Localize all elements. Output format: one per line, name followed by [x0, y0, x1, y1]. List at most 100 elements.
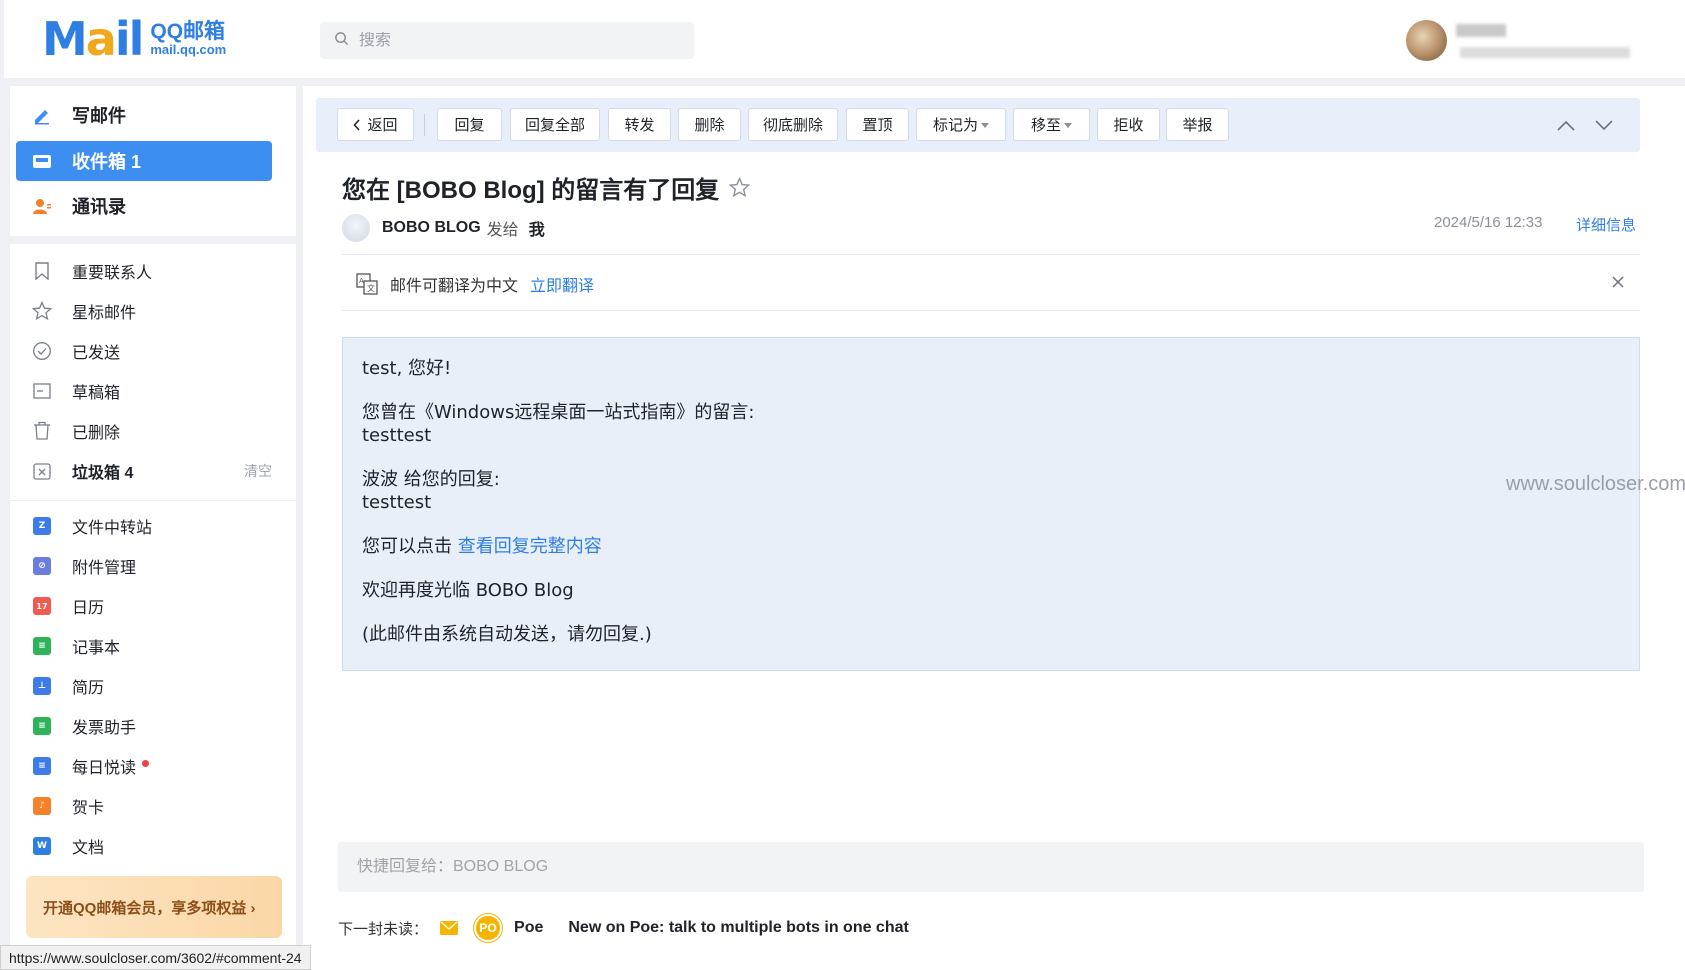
button-label: 移至	[1030, 117, 1061, 134]
app-label: 贺卡	[72, 800, 105, 817]
subject-text: 您在 [BOBO Blog] 的留言有了回复	[342, 177, 720, 204]
sidebar-item-spam[interactable]: 垃圾箱 4 清空	[32, 453, 272, 489]
sidebar-item-important-contacts[interactable]: 重要联系人	[32, 253, 272, 289]
sidebar-item-contacts[interactable]: 通讯录	[16, 186, 272, 226]
caret-down-icon	[981, 123, 989, 128]
next-unread-label: 下一封未读：	[338, 920, 429, 938]
mail-reader-pane: 返回 回复 回复全部 转发 删除 彻底删除 置顶 标记为 移至 拒收 举报 您在…	[303, 86, 1685, 970]
next-mail-sender[interactable]: Poe	[514, 919, 543, 937]
mark-as-dropdown[interactable]: 标记为	[916, 108, 1006, 141]
app-label: 文件中转站	[72, 520, 153, 537]
sidebar-divider	[10, 500, 296, 501]
sidebar-item-file-transfer[interactable]: Z 文件中转站	[32, 508, 272, 544]
next-mail-button[interactable]	[1591, 112, 1617, 138]
button-label: 置顶	[862, 117, 893, 134]
inbox-label: 收件箱 1	[72, 152, 142, 172]
recipient-name[interactable]: 我	[529, 216, 545, 240]
mail-date: 2024/5/16 12:33	[1434, 214, 1543, 231]
previous-mail-button[interactable]	[1553, 112, 1579, 138]
compose-label: 写邮件	[72, 106, 126, 126]
view-full-reply-link[interactable]: 查看回复完整内容	[458, 536, 602, 557]
sidebar-item-drafts[interactable]: 草稿箱	[32, 373, 272, 409]
check-circle-icon	[32, 341, 52, 361]
svg-text:文: 文	[367, 283, 375, 293]
delete-button[interactable]: 删除	[678, 108, 741, 141]
caret-down-icon	[1064, 123, 1072, 128]
move-to-dropdown[interactable]: 移至	[1013, 108, 1090, 141]
body-click-line: 您可以点击 查看回复完整内容	[362, 535, 1620, 558]
sidebar-item-deleted[interactable]: 已删除	[32, 413, 272, 449]
delete-permanently-button[interactable]: 彻底删除	[748, 108, 838, 141]
button-label: 标记为	[932, 117, 978, 134]
sender-avatar[interactable]	[342, 214, 370, 242]
compose-button[interactable]: 写邮件	[16, 95, 272, 135]
chevron-down-icon	[1595, 119, 1613, 131]
folder-label: 已发送	[72, 345, 121, 362]
star-icon	[32, 301, 52, 321]
reply-all-button[interactable]: 回复全部	[510, 108, 600, 141]
next-mail-subject[interactable]: New on Poe: talk to multiple bots in one…	[568, 919, 908, 937]
sidebar-item-inbox[interactable]: 收件箱 1	[16, 141, 272, 181]
top-header: Mail QQ邮箱 mail.qq.com	[4, 0, 1685, 78]
sender-name[interactable]: BOBO BLOG	[382, 219, 481, 237]
reply-button[interactable]: 回复	[437, 108, 502, 141]
forward-button[interactable]: 转发	[608, 108, 671, 141]
file-transfer-icon: Z	[33, 517, 51, 535]
empty-spam-link[interactable]: 清空	[244, 461, 272, 481]
user-email-blurred	[1460, 47, 1630, 58]
sidebar-item-calendar[interactable]: 17 日历	[32, 588, 272, 624]
search-icon	[334, 31, 349, 51]
toolbar-divider	[424, 114, 425, 136]
click-prefix-text: 您可以点击	[362, 536, 458, 557]
app-label: 发票助手	[72, 720, 137, 737]
logo-mail-text: Mail	[42, 12, 144, 66]
close-translate-button[interactable]	[1608, 272, 1628, 292]
app-label: 附件管理	[72, 560, 137, 577]
sidebar-item-starred[interactable]: 星标邮件	[32, 293, 272, 329]
sidebar-item-documents[interactable]: W 文档	[32, 828, 272, 864]
invoice-icon: ≡	[33, 717, 51, 735]
search-box[interactable]	[320, 22, 694, 59]
folder-label: 垃圾箱 4	[72, 465, 134, 482]
folder-label: 重要联系人	[72, 265, 153, 282]
greeting-card-icon: ♪	[33, 797, 51, 815]
chevron-up-icon	[1557, 120, 1575, 131]
report-button[interactable]: 举报	[1166, 108, 1229, 141]
block-button[interactable]: 拒收	[1097, 108, 1160, 141]
sidebar-item-invoice[interactable]: ≡ 发票助手	[32, 708, 272, 744]
inbox-icon	[32, 151, 52, 171]
close-icon	[1612, 276, 1624, 288]
sender-row: BOBO BLOG 发给 我	[342, 214, 545, 242]
mail-body: test, 您好! 您曾在《Windows远程桌面一站式指南》的留言: test…	[342, 337, 1640, 671]
sidebar-item-greeting-card[interactable]: ♪ 贺卡	[32, 788, 272, 824]
quick-reply-input[interactable]	[357, 858, 1557, 876]
user-name-blurred	[1456, 24, 1506, 37]
translate-now-link[interactable]: 立即翻译	[530, 272, 594, 296]
button-label: 回复全部	[524, 117, 585, 134]
next-unread-bar: 下一封未读： PO Poe New on Poe: talk to multip…	[338, 912, 909, 944]
resume-icon: ⊥	[33, 677, 51, 695]
status-bar-url: https://www.soulcloser.com/3602/#comment…	[0, 945, 311, 970]
body-greeting: test, 您好!	[362, 358, 452, 379]
sidebar-item-sent[interactable]: 已发送	[32, 333, 272, 369]
sidebar-item-notepad[interactable]: ≡ 记事本	[32, 628, 272, 664]
qq-mail-logo[interactable]: Mail QQ邮箱 mail.qq.com	[42, 16, 226, 62]
search-input[interactable]	[359, 31, 679, 50]
mail-toolbar: 返回 回复 回复全部 转发 删除 彻底删除 置顶 标记为 移至 拒收 举报	[316, 98, 1640, 152]
user-avatar[interactable]	[1406, 20, 1447, 61]
sidebar-item-attachments[interactable]: ⊘ 附件管理	[32, 548, 272, 584]
translate-icon: 文A	[356, 273, 378, 295]
sidebar-item-daily-read[interactable]: ≡ 每日悦读	[32, 748, 272, 784]
logo-domain-text: mail.qq.com	[150, 42, 227, 57]
sidebar-item-resume[interactable]: ⊥ 简历	[32, 668, 272, 704]
pin-button[interactable]: 置顶	[846, 108, 909, 141]
quick-reply-box[interactable]	[338, 842, 1644, 892]
watermark-text: www.soulcloser.com	[1506, 473, 1685, 495]
vip-upgrade-banner[interactable]: 开通QQ邮箱会员，享多项权益 ›	[26, 876, 282, 938]
body-comment-text: testtest	[362, 425, 432, 446]
star-icon[interactable]	[729, 177, 751, 198]
detail-info-link[interactable]: 详细信息	[1576, 214, 1636, 235]
mail-subject: 您在 [BOBO Blog] 的留言有了回复	[342, 170, 751, 205]
button-label: 拒收	[1113, 117, 1144, 134]
back-button[interactable]: 返回	[337, 108, 414, 141]
